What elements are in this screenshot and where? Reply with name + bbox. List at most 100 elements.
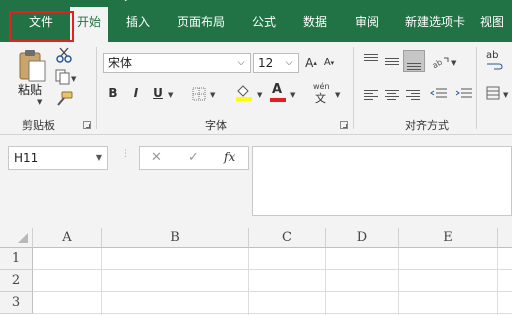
ribbon-home: 粘贴 ▼ ▼ 剪贴板 宋体 ⌵ 12 ⌵ A▴ A▾ B I U ▼ ▼ ▼ A…: [0, 42, 512, 135]
underline-button[interactable]: U: [151, 84, 165, 102]
increase-indent-icon: [455, 88, 472, 98]
phonetic-guide-button[interactable]: wén 文: [312, 82, 334, 105]
phonetic-dropdown-caret[interactable]: ▼: [335, 91, 340, 99]
paste-label[interactable]: 粘贴: [18, 81, 42, 98]
increase-indent-button[interactable]: [455, 86, 473, 100]
decrease-font-size-button[interactable]: A▾: [322, 54, 336, 72]
svg-text:▼: ▼: [71, 75, 77, 83]
scissors-icon: [56, 47, 72, 63]
align-center-button[interactable]: [385, 88, 399, 100]
merge-cells-icon: [486, 86, 500, 100]
caret-up-icon: ▴: [313, 59, 317, 67]
italic-button[interactable]: I: [129, 84, 143, 102]
insert-function-button[interactable]: fx: [224, 150, 235, 164]
wrap-text-label: ab: [486, 50, 499, 61]
column-header-f-partial[interactable]: [498, 228, 512, 248]
align-left-button[interactable]: [364, 88, 378, 100]
font-color-dropdown-caret[interactable]: ▼: [290, 91, 295, 99]
group-divider: [353, 47, 354, 129]
svg-text:ab: ab: [432, 58, 444, 69]
paste-icon: [19, 50, 46, 82]
formula-buttons: ✕ ✓ fx: [139, 146, 249, 170]
wrap-text-button[interactable]: ab: [486, 50, 504, 70]
fill-color-button[interactable]: [235, 83, 253, 101]
clipboard-dialog-launcher[interactable]: [83, 121, 91, 129]
copy-button[interactable]: ▼: [55, 69, 77, 85]
orientation-button[interactable]: ab: [431, 54, 450, 70]
caret-down-icon: ▾: [330, 59, 335, 67]
align-right-button[interactable]: [406, 88, 420, 100]
wrap-arrow-icon: [487, 63, 503, 70]
cut-button[interactable]: [55, 46, 73, 64]
font-color-button[interactable]: A: [269, 82, 287, 102]
font-name-select[interactable]: 宋体 ⌵: [103, 53, 251, 73]
merge-dropdown-caret[interactable]: ▼: [503, 91, 508, 99]
select-all-triangle: [18, 233, 28, 243]
gridline: [398, 248, 399, 315]
clipboard-group-label: 剪贴板: [22, 119, 55, 132]
increase-font-size-button[interactable]: A▴: [304, 54, 318, 72]
gridline: [325, 248, 326, 315]
text-orientation-icon: ab: [431, 57, 449, 70]
bold-button[interactable]: B: [106, 84, 120, 102]
column-header-c[interactable]: C: [249, 228, 326, 248]
borders-dropdown-caret[interactable]: ▼: [210, 91, 215, 99]
tab-insert[interactable]: 插入: [116, 7, 160, 42]
decrease-indent-icon: [430, 88, 447, 98]
tab-home[interactable]: 开始: [70, 7, 108, 42]
font-size-value: 12: [258, 56, 274, 70]
quick-access-glyph: ⌄: [122, 0, 134, 4]
chevron-down-icon: ⌵: [237, 58, 245, 68]
font-color-swatch: [270, 98, 286, 102]
alignment-group-label: 对齐方式: [405, 119, 449, 132]
row-header-3[interactable]: 3: [0, 292, 33, 314]
tab-review[interactable]: 审阅: [345, 7, 389, 42]
align-bottom-icon: [407, 61, 421, 70]
column-header-b[interactable]: B: [102, 228, 249, 248]
font-name-value: 宋体: [108, 56, 133, 70]
font-size-select[interactable]: 12 ⌵: [253, 53, 299, 73]
tab-view[interactable]: 视图: [480, 7, 512, 42]
gridline: [497, 248, 498, 315]
file-tab-highlight-box: [9, 11, 74, 42]
column-header-d[interactable]: D: [326, 228, 399, 248]
gridline: [248, 248, 249, 315]
name-box-dropdown-icon[interactable]: ▼: [96, 147, 102, 169]
merge-center-button[interactable]: [486, 85, 500, 100]
align-top-button[interactable]: [364, 52, 378, 61]
decrease-indent-button[interactable]: [430, 86, 448, 100]
paste-button[interactable]: [16, 48, 48, 84]
font-group-label: 字体: [205, 119, 227, 132]
align-bottom-button[interactable]: [403, 50, 425, 72]
formula-input[interactable]: [252, 146, 512, 216]
font-dialog-launcher[interactable]: [340, 121, 348, 129]
enter-formula-button[interactable]: ✓: [188, 150, 199, 165]
row-header-1[interactable]: 1: [0, 248, 33, 270]
formula-bar-grip[interactable]: ⋮: [121, 150, 130, 164]
tab-formulas[interactable]: 公式: [242, 7, 286, 42]
gridline: [33, 291, 512, 292]
gridline: [33, 269, 512, 270]
gridline: [33, 313, 512, 314]
font-color-letter: A: [272, 82, 283, 97]
tab-data[interactable]: 数据: [293, 7, 337, 42]
column-header-e[interactable]: E: [399, 228, 498, 248]
paste-dropdown-caret[interactable]: ▼: [37, 98, 42, 106]
fill-color-dropdown-caret[interactable]: ▼: [257, 91, 262, 99]
name-box[interactable]: H11 ▼: [8, 146, 108, 170]
worksheet-grid: A B C D E 1 2 3: [0, 228, 512, 315]
tab-new-tab[interactable]: 新建选项卡: [398, 7, 472, 42]
orientation-dropdown-caret[interactable]: ▼: [451, 59, 456, 67]
row-header-2[interactable]: 2: [0, 270, 33, 292]
format-painter-button[interactable]: [55, 91, 73, 107]
group-divider: [96, 47, 97, 129]
select-all-corner[interactable]: [0, 228, 33, 248]
column-header-a[interactable]: A: [33, 228, 102, 248]
align-middle-button[interactable]: [385, 56, 399, 65]
borders-button[interactable]: [192, 86, 206, 101]
name-box-value: H11: [14, 151, 39, 165]
tab-page-layout[interactable]: 页面布局: [170, 7, 232, 42]
underline-dropdown-caret[interactable]: ▼: [168, 91, 173, 99]
ribbon-tab-bar: 文件 开始 插入 页面布局 公式 数据 审阅 新建选项卡 视图 ⌄: [0, 0, 512, 42]
cancel-formula-button[interactable]: ✕: [151, 150, 162, 165]
